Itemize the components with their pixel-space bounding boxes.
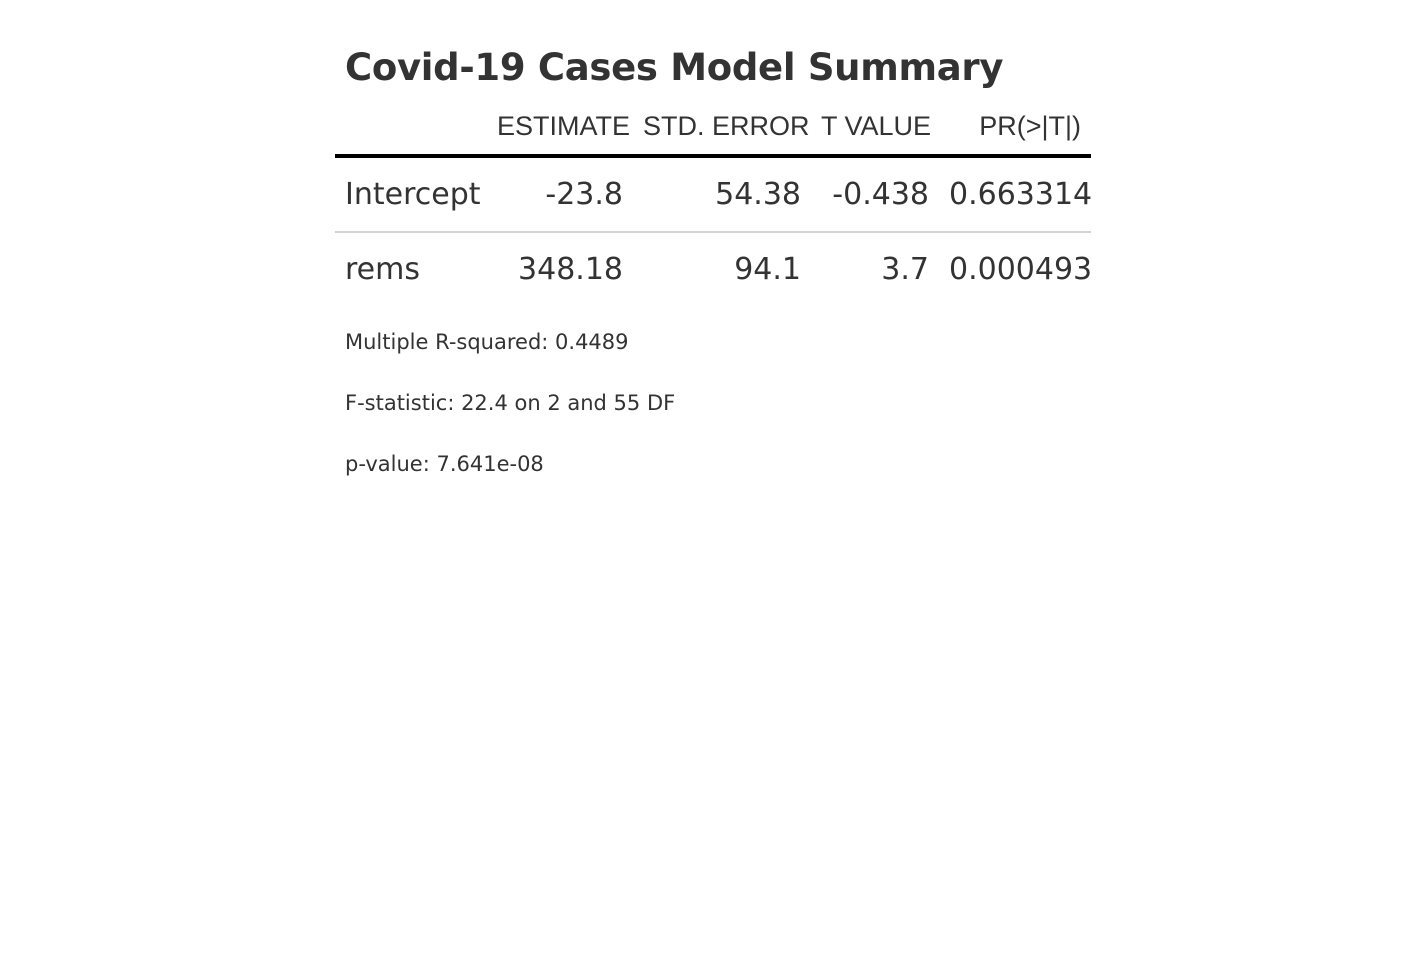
cell-t-value: -0.438: [811, 156, 939, 233]
header-term: [335, 98, 487, 158]
cell-p-value: 0.000493: [949, 252, 1093, 287]
model-notes: Multiple R-squared: 0.4489 F-statistic: …: [335, 312, 1091, 495]
note-p-value: p-value: 7.641e-08: [345, 452, 544, 476]
cell-estimate: 348.18: [518, 252, 623, 287]
model-summary-table: ESTIMATE STD. ERROR T VALUE PR(>|T|) Int…: [335, 98, 1093, 306]
cell-p-value: 0.663314: [939, 156, 1092, 233]
cell-t-value: 3.7: [881, 252, 929, 287]
cell-term: rems: [345, 252, 420, 287]
header-row: ESTIMATE STD. ERROR T VALUE PR(>|T|): [335, 98, 1091, 158]
cell-std-error: 94.1: [734, 252, 801, 287]
note-r-squared: Multiple R-squared: 0.4489: [345, 330, 629, 354]
header-t-value: T VALUE: [811, 98, 939, 158]
table-row: Intercept -23.8 54.38 -0.438 0.663314: [335, 156, 1092, 233]
header-std-error: STD. ERROR: [633, 98, 811, 158]
note-f-statistic: F-statistic: 22.4 on 2 and 55 DF: [345, 391, 676, 415]
table-title: Covid-19 Cases Model Summary: [345, 46, 1004, 89]
table-row: rems 348.18 94.1 3.7 0.000493: [335, 232, 1093, 306]
header-estimate: ESTIMATE: [487, 98, 633, 158]
header-p-value: PR(>|T|): [939, 98, 1091, 158]
cell-std-error: 54.38: [633, 156, 811, 233]
cell-estimate: -23.8: [487, 156, 633, 233]
model-summary-table-container: Covid-19 Cases Model Summary ESTIMATE ST…: [335, 38, 1093, 495]
cell-term: Intercept: [335, 156, 487, 233]
